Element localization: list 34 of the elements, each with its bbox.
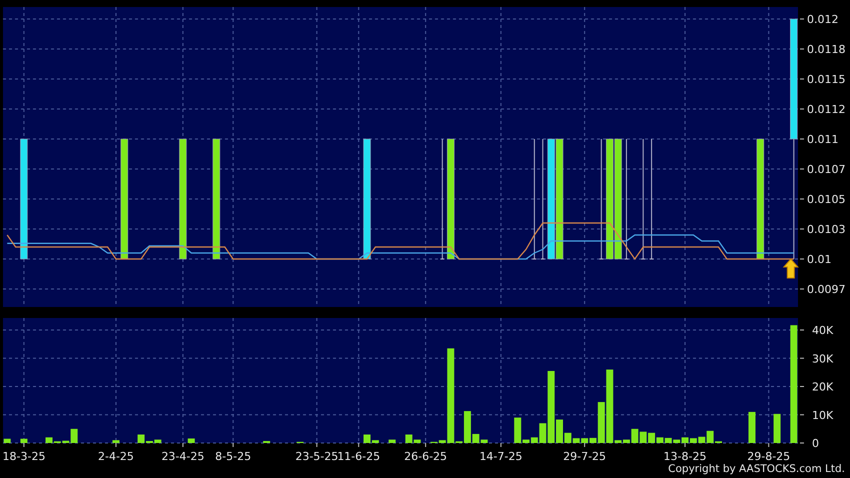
axis-label: 0.0112 xyxy=(807,103,846,116)
axis-label: 29-8-25 xyxy=(747,450,790,463)
axis-label: 18-3-25 xyxy=(2,450,46,463)
volume-bar xyxy=(188,438,195,443)
axis-label: 0.0107 xyxy=(807,163,846,176)
axis-label: 11-6-25 xyxy=(337,450,380,463)
axis-label: 0.0115 xyxy=(807,73,846,86)
axis-label: 13-8-25 xyxy=(664,450,706,463)
axis-label: 2-4-25 xyxy=(98,450,134,463)
volume-bar xyxy=(20,438,28,443)
copyright-text: Copyright by AASTOCKS.com Ltd. xyxy=(668,463,845,475)
axis-label: 14-7-25 xyxy=(479,450,522,463)
axis-label: 0.01 xyxy=(807,253,832,266)
axis-label: 30K xyxy=(812,352,834,366)
axis-label: 0.012 xyxy=(807,13,838,26)
axis-label: 0 xyxy=(812,437,819,450)
axis-label: 23-4-25 xyxy=(161,450,204,463)
axis-label: 29-7-25 xyxy=(563,450,606,463)
axis-label: 20K xyxy=(812,380,834,394)
axis-label: 26-6-25 xyxy=(404,450,448,463)
axis-label: 0.011 xyxy=(807,133,838,146)
volume-bar xyxy=(388,440,396,443)
volume-bar xyxy=(4,438,11,443)
axis-label: 0.0105 xyxy=(807,193,846,206)
axis-label: 10K xyxy=(812,408,834,422)
arrow-up-icon xyxy=(782,258,799,278)
volume-bar xyxy=(774,414,781,443)
axis-label: 23-5-25 xyxy=(295,450,338,463)
axis-label: 0.0097 xyxy=(807,283,846,296)
axis-label: 40K xyxy=(812,324,834,337)
axis-label: 0.0118 xyxy=(807,43,846,56)
volume-bar xyxy=(112,440,120,443)
axis-label: 0.0103 xyxy=(807,223,846,236)
axis-label: 8-5-25 xyxy=(215,450,252,463)
